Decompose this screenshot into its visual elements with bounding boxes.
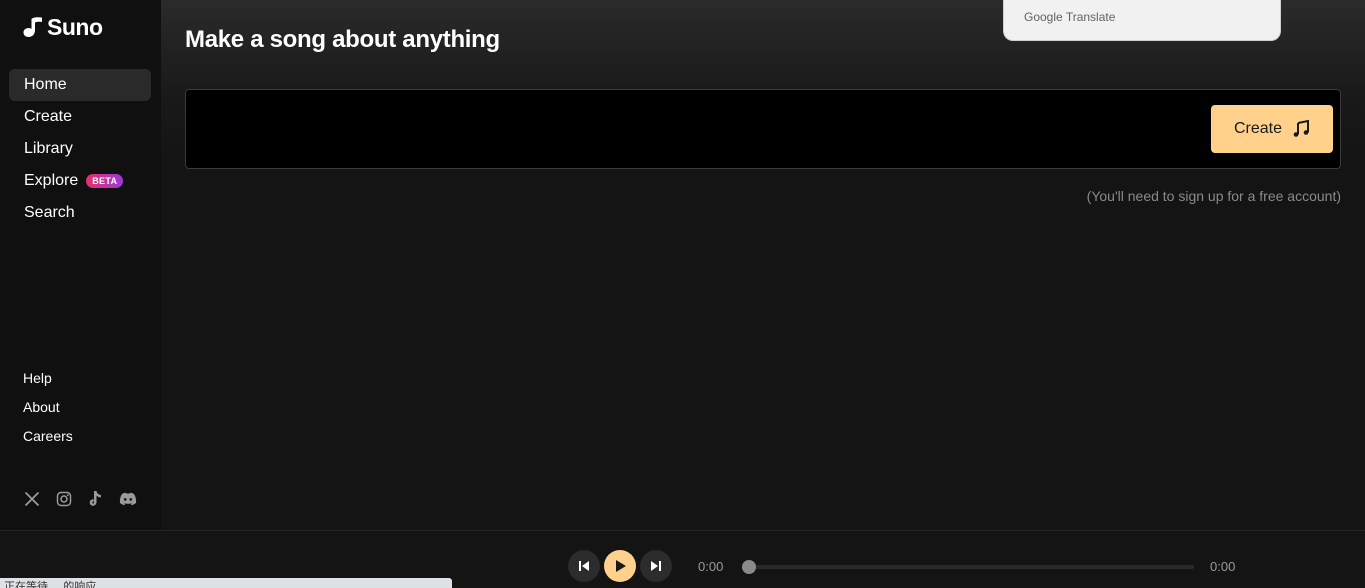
current-time: 0:00 bbox=[698, 559, 724, 574]
nav-item-search[interactable]: Search bbox=[9, 197, 151, 229]
sidebar: Suno Home Create Library Explore BETA Se… bbox=[0, 0, 161, 530]
signup-note: (You'll need to sign up for a free accou… bbox=[1086, 188, 1341, 204]
nav-item-label: Explore bbox=[24, 172, 79, 189]
tiktok-icon[interactable] bbox=[87, 490, 105, 508]
song-prompt-input[interactable] bbox=[198, 100, 1198, 158]
discord-icon[interactable] bbox=[119, 490, 137, 508]
brand-name: Suno bbox=[47, 13, 103, 40]
create-button[interactable]: Create bbox=[1211, 105, 1333, 153]
nav-item-create[interactable]: Create bbox=[9, 101, 151, 133]
song-prompt-box: Create bbox=[185, 89, 1341, 169]
suno-logo[interactable]: Suno bbox=[23, 14, 103, 40]
help-link[interactable]: Help bbox=[23, 367, 73, 396]
skip-forward-icon bbox=[651, 561, 661, 571]
total-time: 0:00 bbox=[1210, 559, 1236, 574]
x-icon[interactable] bbox=[23, 490, 41, 508]
google-wordmark: Google bbox=[1024, 10, 1063, 24]
footer-links: Help About Careers bbox=[23, 367, 73, 454]
nav-item-label: Library bbox=[24, 140, 73, 157]
nav-item-label: Search bbox=[24, 204, 75, 221]
main-nav: Home Create Library Explore BETA Search bbox=[9, 69, 151, 229]
translate-word: Translate bbox=[1065, 10, 1116, 24]
app-window: Suno Home Create Library Explore BETA Se… bbox=[0, 0, 1365, 588]
previous-track-button[interactable] bbox=[568, 550, 600, 582]
about-link[interactable]: About bbox=[23, 396, 73, 425]
social-links bbox=[23, 490, 137, 508]
beta-badge: BETA bbox=[86, 174, 124, 188]
nav-item-home[interactable]: Home bbox=[9, 69, 151, 101]
music-note-icon bbox=[1293, 120, 1310, 137]
progress-slider[interactable] bbox=[742, 560, 1194, 574]
main-content: Make a song about anything Create (You'l… bbox=[161, 0, 1365, 530]
instagram-icon[interactable] bbox=[55, 490, 73, 508]
create-button-label: Create bbox=[1233, 120, 1283, 137]
google-translate-popup[interactable]: Google Translate bbox=[1003, 0, 1281, 41]
skip-back-icon bbox=[579, 561, 589, 571]
play-icon bbox=[616, 560, 626, 572]
nav-item-library[interactable]: Library bbox=[9, 133, 151, 165]
suno-logo-icon bbox=[23, 17, 42, 37]
next-track-button[interactable] bbox=[640, 550, 672, 582]
page-title: Make a song about anything bbox=[185, 26, 500, 53]
nav-item-label: Create bbox=[24, 108, 73, 125]
play-button[interactable] bbox=[604, 550, 636, 582]
progress-knob[interactable] bbox=[742, 560, 756, 574]
nav-item-explore[interactable]: Explore BETA bbox=[9, 165, 151, 197]
google-translate-label: Google Translate bbox=[1024, 10, 1115, 24]
nav-item-label: Home bbox=[24, 76, 67, 93]
browser-status-bar: 正在等待 ... 的响应 bbox=[0, 578, 452, 588]
careers-link[interactable]: Careers bbox=[23, 425, 73, 454]
